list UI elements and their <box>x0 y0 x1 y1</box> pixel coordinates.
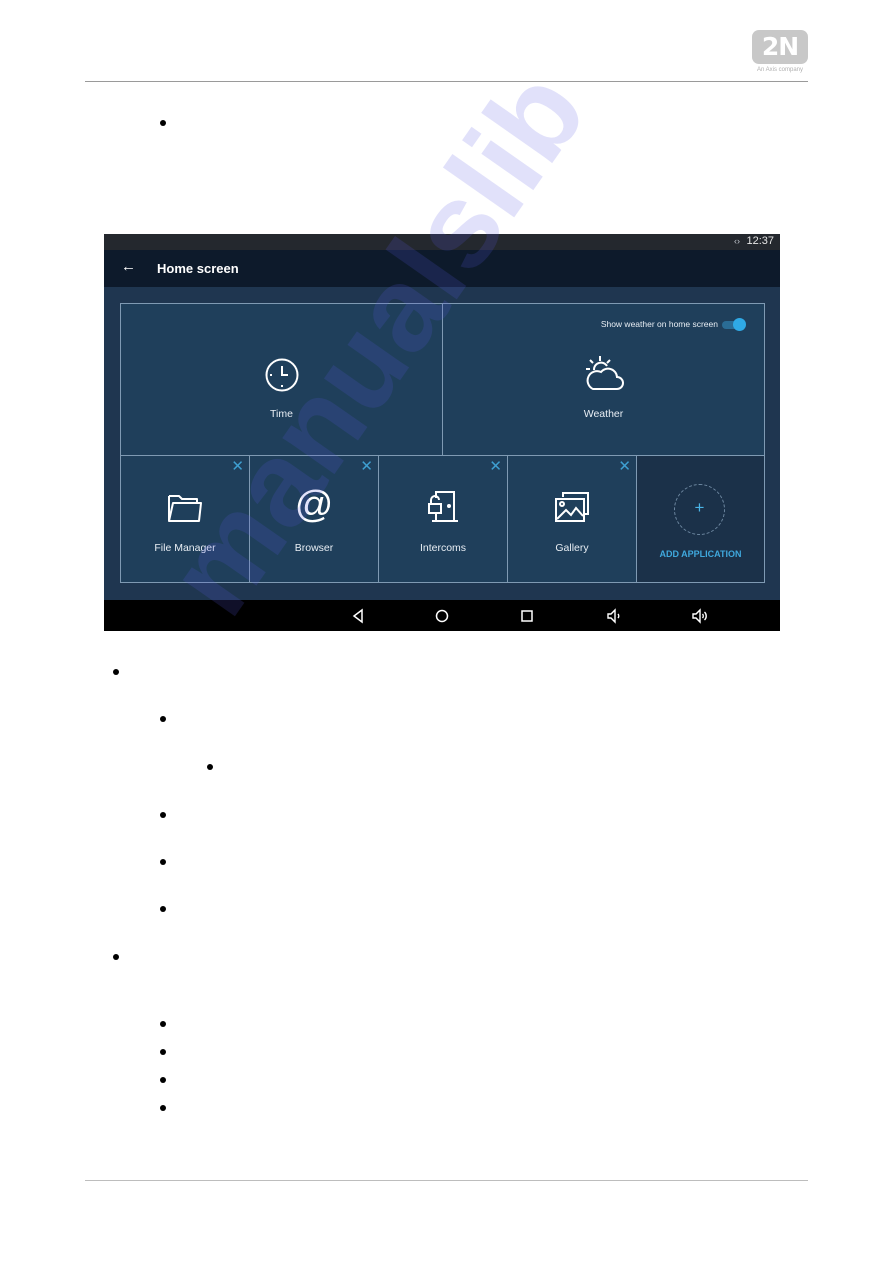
folder-icon <box>168 495 202 522</box>
at-sign-icon: @ <box>294 484 334 526</box>
volume-up-icon[interactable] <box>691 607 709 625</box>
status-bar: ‹› 12:37 <box>104 234 780 250</box>
plus-icon: + <box>694 498 705 517</box>
remove-app-icon[interactable]: ✕ <box>618 459 631 474</box>
widget-label: Weather <box>583 408 624 420</box>
app-label: Browser <box>294 542 334 554</box>
nav-back-icon[interactable] <box>349 607 367 625</box>
gallery-icon <box>555 492 589 522</box>
list-bullet <box>160 1049 166 1055</box>
remove-app-icon[interactable]: ✕ <box>489 459 502 474</box>
list-bullet <box>160 906 166 912</box>
footer-divider <box>85 1180 808 1181</box>
widget-time[interactable]: Time <box>120 303 443 456</box>
page-title: Home screen <box>157 261 239 276</box>
widget-weather[interactable]: Show weather on home screen Weather <box>442 303 765 456</box>
list-bullet <box>113 669 119 675</box>
weather-toggle[interactable] <box>733 318 746 331</box>
app-tile-browser[interactable]: ✕ @ Browser <box>249 455 379 583</box>
list-bullet <box>160 1105 166 1111</box>
list-bullet <box>160 1077 166 1083</box>
weather-toggle-label: Show weather on home screen <box>600 319 718 329</box>
navigation-bar <box>104 600 780 631</box>
volume-down-icon[interactable] <box>605 607 623 625</box>
add-application-button[interactable]: + ADD APPLICATION <box>636 455 765 583</box>
remove-app-icon[interactable]: ✕ <box>360 459 373 474</box>
list-bullet <box>160 716 166 722</box>
list-bullet <box>113 954 119 960</box>
header-divider <box>85 81 808 82</box>
back-arrow-icon[interactable]: ← <box>121 258 136 275</box>
remove-app-icon[interactable]: ✕ <box>231 459 244 474</box>
home-screen-grid: Time Show weather on home screen Weather <box>104 287 780 600</box>
status-time: 12:37 <box>746 235 774 247</box>
app-label: File Manager <box>154 542 216 554</box>
list-bullet <box>160 120 166 126</box>
add-circle-icon: + <box>674 484 725 535</box>
list-bullet <box>207 764 213 770</box>
brand-tagline: An Axis company <box>756 67 804 73</box>
add-application-label: ADD APPLICATION <box>659 549 742 559</box>
app-label: Intercoms <box>419 542 467 554</box>
brand-logo: 2N <box>752 30 808 64</box>
app-label: Gallery <box>555 542 589 554</box>
nav-home-icon[interactable] <box>433 607 451 625</box>
nav-recents-icon[interactable] <box>518 607 536 625</box>
app-tile-intercoms[interactable]: ✕ Intercoms <box>378 455 508 583</box>
list-bullet <box>160 1021 166 1027</box>
device-screenshot: ‹› 12:37 ← Home screen Time Show weather… <box>104 234 780 631</box>
weather-icon <box>585 356 624 390</box>
app-tile-gallery[interactable]: ✕ Gallery <box>507 455 637 583</box>
list-bullet <box>160 812 166 818</box>
widget-label: Time <box>270 408 293 420</box>
list-bullet <box>160 859 166 865</box>
door-lock-icon <box>428 491 458 522</box>
app-bar: ← Home screen <box>104 250 780 287</box>
app-tile-file-manager[interactable]: ✕ File Manager <box>120 455 250 583</box>
clock-icon <box>265 358 298 392</box>
code-arrows-icon: ‹› <box>734 236 740 246</box>
